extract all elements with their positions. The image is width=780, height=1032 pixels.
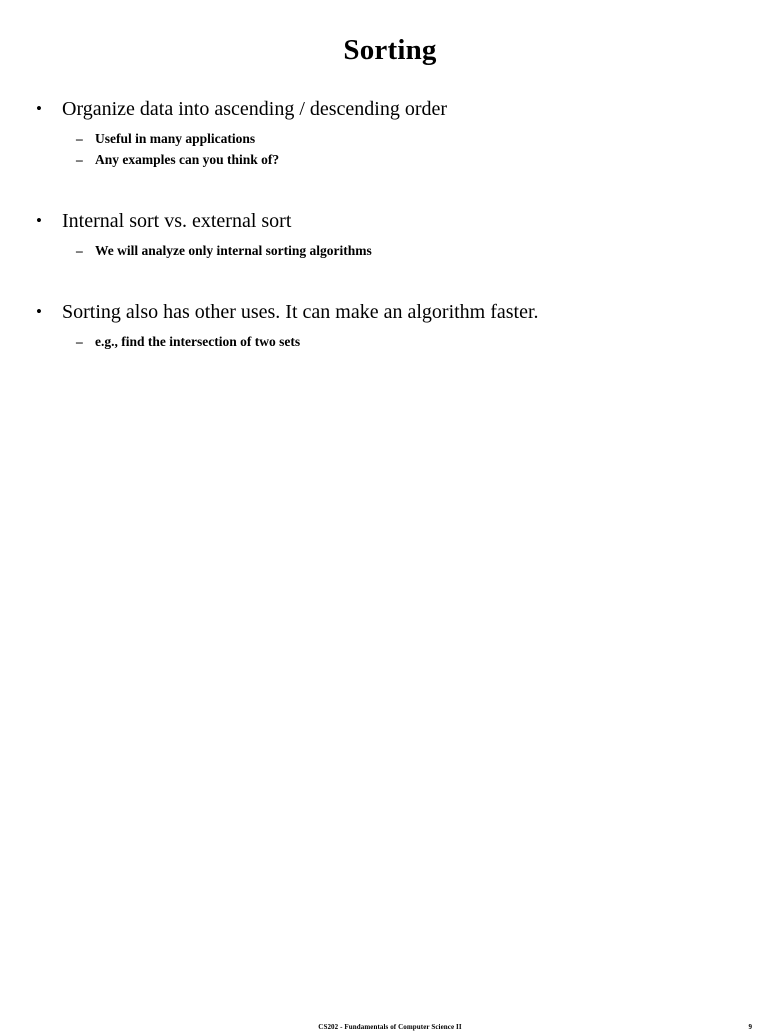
bullet-text: Organize data into ascending / descendin…	[62, 98, 448, 120]
bullet-text: Internal sort vs. external sort	[62, 210, 292, 232]
sub-bullet-item: – Any examples can you think of?	[0, 149, 780, 170]
bullet-item: • Sorting also has other uses. It can ma…	[0, 299, 780, 325]
footer-course-text: CS202 - Fundamentals of Computer Science…	[318, 1023, 462, 1031]
sub-bullet-text: Any examples can you think of?	[95, 152, 280, 167]
dash-marker-icon: –	[76, 131, 83, 146]
bullet-group: • Organize data into ascending / descend…	[0, 96, 780, 170]
bullet-marker-icon: •	[36, 211, 42, 230]
bullet-item: • Organize data into ascending / descend…	[0, 96, 780, 122]
slide-body: • Organize data into ascending / descend…	[0, 96, 780, 352]
dash-marker-icon: –	[76, 243, 83, 258]
bullet-item: • Internal sort vs. external sort	[0, 208, 780, 234]
sub-bullet-text: e.g., find the intersection of two sets	[95, 334, 301, 349]
sub-bullet-item: – Useful in many applications	[0, 128, 780, 149]
bullet-marker-icon: •	[36, 302, 42, 321]
sub-bullet-text: Useful in many applications	[95, 131, 256, 146]
bullet-text: Sorting also has other uses. It can make…	[62, 301, 539, 323]
sub-bullet-item: – We will analyze only internal sorting …	[0, 240, 780, 261]
dash-marker-icon: –	[76, 334, 83, 349]
bullet-marker-icon: •	[36, 99, 42, 118]
slide: Sorting • Organize data into ascending /…	[0, 0, 780, 1031]
bullet-group: • Sorting also has other uses. It can ma…	[0, 299, 780, 352]
sub-bullet-item: – e.g., find the intersection of two set…	[0, 331, 780, 352]
slide-footer: CS202 - Fundamentals of Computer Science…	[0, 510, 780, 1031]
dash-marker-icon: –	[76, 152, 83, 167]
bullet-group: • Internal sort vs. external sort – We w…	[0, 208, 780, 261]
sub-bullet-text: We will analyze only internal sorting al…	[95, 243, 372, 258]
page-number: 9	[748, 1023, 753, 1031]
page-title: Sorting	[343, 34, 437, 66]
